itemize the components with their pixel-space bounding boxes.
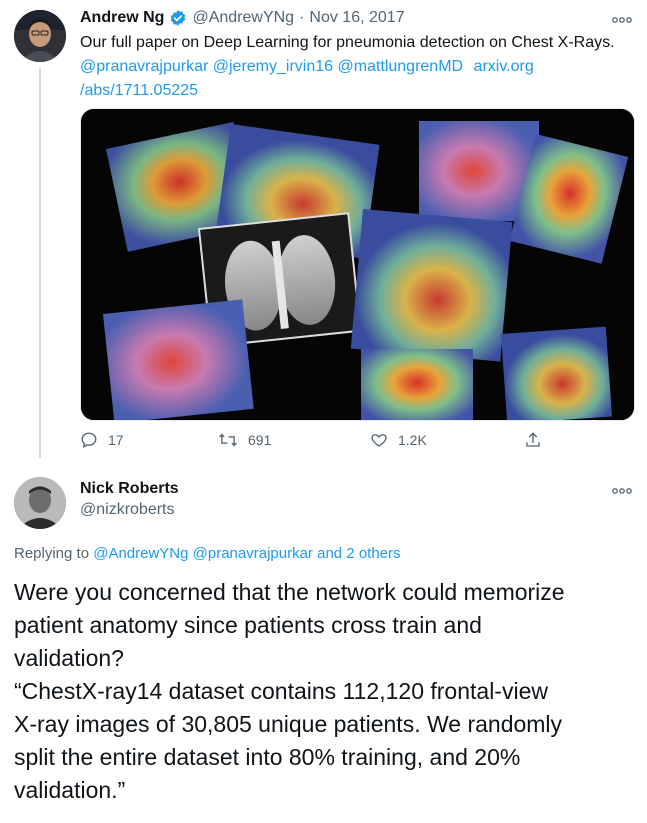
retweet-count: 691 [248,432,272,448]
reply-action[interactable]: 17 [80,431,124,449]
avatar[interactable] [14,10,66,62]
thread-connector [39,68,41,458]
like-action[interactable]: 1.2K [370,431,427,449]
replying-to: Replying to @AndrewYNg @pranavrajpurkar … [14,545,401,562]
reply-text-line: patient anatomy since patients cross tra… [14,612,482,638]
reply-text-line: X-ray images of 30,805 unique patients. … [14,711,563,737]
reply-icon [81,432,97,449]
replying-to-others[interactable]: and 2 others [317,545,400,562]
arxiv-link-continued[interactable]: /abs/1711.05225 [80,80,630,102]
like-count: 1.2K [398,432,427,448]
retweet-action[interactable]: 691 [218,431,271,449]
reply-text-line: split the entire dataset into 80% traini… [14,744,521,770]
separator: · [299,9,305,26]
tweet-image[interactable] [80,108,635,421]
share-action[interactable] [524,431,542,449]
author-handle[interactable]: @nizkroberts [80,501,175,519]
verified-badge-icon [169,9,187,27]
replying-to-users[interactable]: @AndrewYNg @pranavrajpurkar [93,545,313,562]
mentions-link[interactable]: @pranavrajpurkar @jeremy_irvin16 @mattlu… [80,58,463,75]
tweet-body: Our full paper on Deep Learning for pneu… [80,32,630,102]
avatar[interactable] [14,477,66,529]
reply-body: Were you concerned that the network coul… [14,576,639,807]
more-icon[interactable] [612,483,632,501]
reply-text-line: Were you concerned that the network coul… [14,579,565,605]
retweet-icon [219,433,237,447]
more-icon[interactable] [612,12,632,30]
tweet-date[interactable]: Nov 16, 2017 [309,9,404,27]
author-name[interactable]: Nick Roberts [80,480,179,498]
reply-text-line: validation? [14,645,124,671]
heart-icon [371,434,387,447]
arxiv-link[interactable]: arxiv.org [474,58,534,75]
author-name[interactable]: Andrew Ng [80,9,164,27]
tweet-text-line: Our full paper on Deep Learning for pneu… [80,34,615,51]
reply-text-line: “ChestX-ray14 dataset contains 112,120 f… [14,678,548,704]
reply-text-line: validation.” [14,777,126,803]
author-handle[interactable]: @AndrewYNg [192,9,294,27]
avatar-photo [14,477,66,529]
replying-to-label: Replying to [14,545,90,562]
reply-count: 17 [108,432,124,448]
xray-collage-image [81,109,634,420]
avatar-photo [14,10,66,62]
share-icon [526,432,540,447]
